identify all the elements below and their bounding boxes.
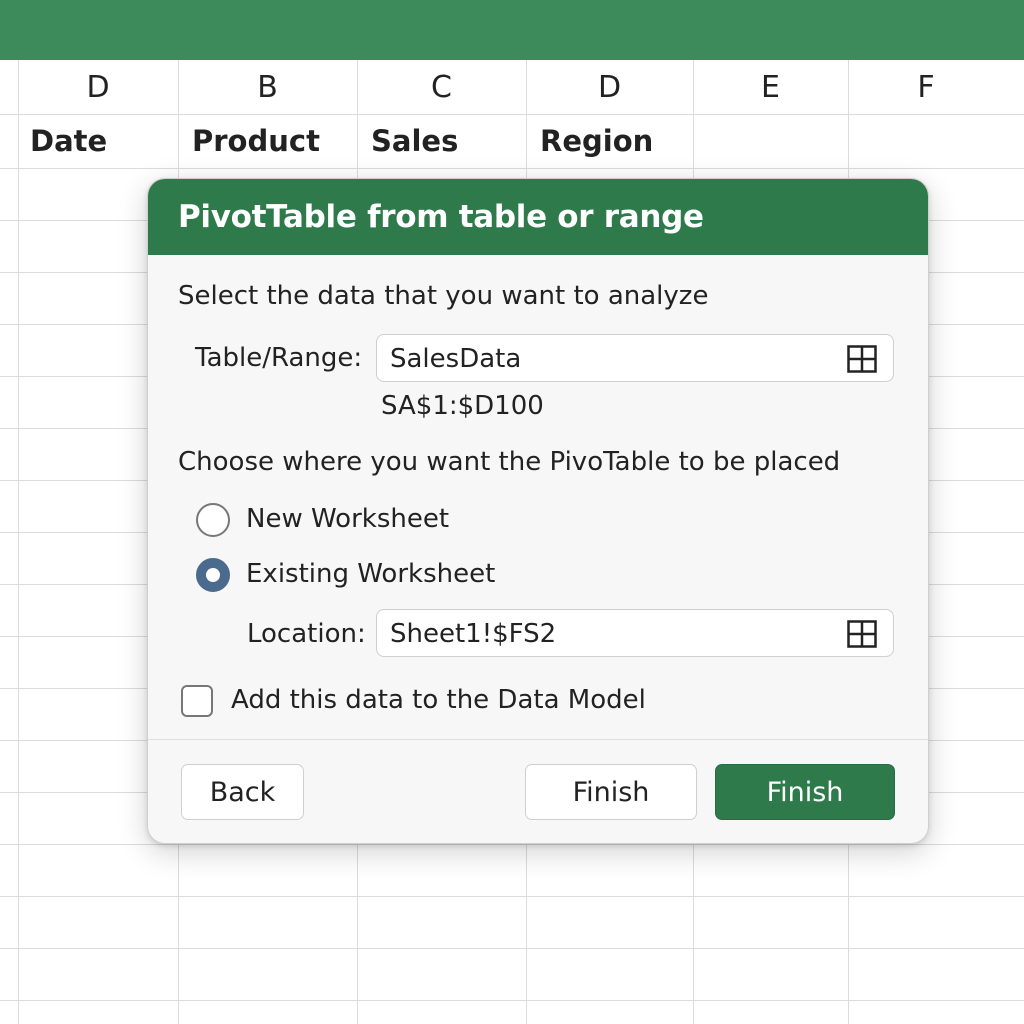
column-header[interactable]: C [357, 60, 526, 114]
dialog-title: PivotTable from table or range [178, 199, 704, 235]
column-header[interactable]: F [848, 60, 1004, 114]
grid-line [0, 948, 1024, 949]
column-header[interactable]: D [18, 60, 178, 114]
table-range-label: Table/Range: [195, 343, 363, 373]
range-address: SA$1:$D100 [381, 391, 544, 421]
column-header[interactable]: D [526, 60, 693, 114]
cell-sales-header[interactable]: Sales [357, 114, 526, 168]
grid-select-icon[interactable] [847, 345, 877, 373]
back-button[interactable]: Back [181, 764, 304, 820]
cell-region-header[interactable]: Region [526, 114, 693, 168]
data-model-label[interactable]: Add this data to the Data Model [231, 685, 646, 715]
cell-product-header[interactable]: Product [178, 114, 357, 168]
new-worksheet-label[interactable]: New Worksheet [246, 504, 449, 534]
column-header[interactable]: E [693, 60, 848, 114]
location-label: Location: [247, 619, 366, 649]
location-value: Sheet1!$FS2 [390, 619, 557, 649]
finish-secondary-button[interactable]: Finish [525, 764, 697, 820]
grid-select-icon[interactable] [847, 620, 877, 648]
location-input[interactable]: Sheet1!$FS2 [376, 609, 894, 657]
data-model-checkbox[interactable] [181, 685, 213, 717]
pivottable-dialog: PivotTable from table or range Select th… [147, 178, 929, 844]
placement-prompt: Choose where you want the PivoTable to b… [178, 447, 841, 477]
grid-line [0, 1000, 1024, 1001]
excel-window: D B C D E F Date Product Sales Region Pi… [0, 0, 1024, 1024]
cell-date-header[interactable]: Date [16, 114, 178, 168]
table-range-input[interactable]: SalesData [376, 334, 894, 382]
existing-worksheet-label[interactable]: Existing Worksheet [246, 559, 495, 589]
new-worksheet-radio[interactable] [196, 503, 230, 537]
grid-line [0, 896, 1024, 897]
existing-worksheet-radio[interactable] [196, 558, 230, 592]
table-range-value: SalesData [390, 344, 522, 374]
footer-divider [148, 739, 928, 740]
finish-button[interactable]: Finish [715, 764, 895, 820]
column-header[interactable]: B [178, 60, 357, 114]
grid-line [0, 168, 1024, 169]
select-data-prompt: Select the data that you want to analyze [178, 281, 709, 311]
grid-line [18, 60, 19, 1024]
grid-line [0, 844, 1024, 845]
ribbon-bar [0, 0, 1024, 60]
dialog-header: PivotTable from table or range [148, 179, 928, 255]
